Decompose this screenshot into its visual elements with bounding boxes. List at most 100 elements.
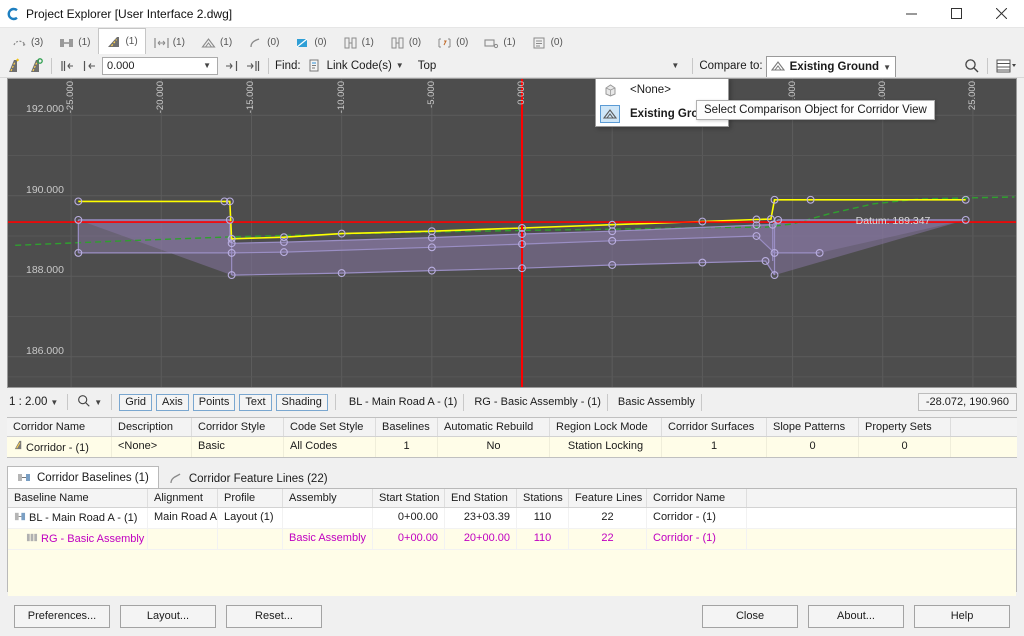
tab-alignments[interactable]: (3): [4, 30, 51, 54]
tab-point-groups[interactable]: (0): [429, 30, 476, 54]
tab-pressure-networks[interactable]: (0): [382, 30, 429, 54]
last-station-button[interactable]: [243, 56, 262, 75]
table-cell: 0+00.00: [373, 529, 445, 549]
tab-parcels[interactable]: (1): [476, 30, 523, 54]
tab-corridors[interactable]: (1): [98, 28, 146, 54]
close-button[interactable]: [979, 0, 1024, 28]
tab-profile-views[interactable]: (0): [287, 30, 334, 54]
toggle-axis[interactable]: Axis: [156, 393, 189, 411]
previous-station-button[interactable]: [80, 56, 99, 75]
corridor-grid-header-cell: Region Lock Mode: [550, 418, 662, 436]
baselines-header-cell[interactable]: Baseline Name: [8, 489, 148, 507]
table-row[interactable]: RG - Basic Assembly - (1) Basic Assembly0…: [8, 529, 1016, 550]
baseline-icon: [14, 511, 29, 525]
assemblies-icon: [154, 36, 169, 50]
corridor-grid-cell: Basic: [192, 437, 284, 457]
search-icon[interactable]: [962, 56, 981, 75]
chevron-down-icon[interactable]: ▼: [883, 63, 891, 72]
corridor-grid-cell: All Codes: [284, 437, 376, 457]
close-dialog-button[interactable]: Close: [702, 604, 798, 628]
view-options-icon[interactable]: [994, 56, 1020, 75]
datum-annotation: Datum: 189.347: [855, 214, 931, 227]
minimize-button[interactable]: [889, 0, 934, 28]
maximize-button[interactable]: [934, 0, 979, 28]
separator: [67, 394, 69, 410]
zoom-combo[interactable]: ▼: [75, 393, 104, 412]
layout-button[interactable]: Layout...: [120, 604, 216, 628]
title-bar: Project Explorer [User Interface 2.dwg]: [0, 0, 1024, 28]
status-region[interactable]: RG - Basic Assembly - (1): [468, 393, 608, 411]
baselines-header-cell[interactable]: Profile: [218, 489, 283, 507]
x-axis-tick-label: -5.000: [425, 81, 437, 108]
y-axis-tick-label: 192.000: [26, 103, 64, 116]
link-code-icon: [308, 59, 323, 73]
toggle-text[interactable]: Text: [239, 393, 272, 411]
baselines-header-cell[interactable]: Alignment: [148, 489, 218, 507]
separator: [51, 57, 52, 74]
reset-button[interactable]: Reset...: [226, 604, 322, 628]
tab-count: (0): [550, 37, 563, 48]
table-cell: Layout (1): [218, 508, 283, 528]
toggle-label: Text: [245, 396, 266, 408]
status-baseline[interactable]: BL - Main Road A - (1): [343, 393, 465, 411]
table-cell: [218, 529, 283, 549]
corridor-grid-row[interactable]: Corridor - (1) <None> Basic All Codes 1 No Sta…: [7, 437, 1017, 457]
corridor-grid-cell: 0: [859, 437, 951, 457]
status-assembly[interactable]: Basic Assembly: [612, 393, 702, 411]
station-combo[interactable]: 0.000 ▼: [102, 56, 218, 75]
tab-count: (0): [314, 37, 327, 48]
separator: [268, 57, 269, 74]
scale-combo[interactable]: 1 : 2.00 ▼: [7, 393, 60, 412]
toggle-label: Axis: [162, 396, 183, 408]
baselines-table: Baseline Name Alignment Profile Assembly Sta…: [7, 488, 1017, 622]
tab-pipe-networks[interactable]: (1): [335, 30, 382, 54]
toggle-shading[interactable]: Shading: [275, 393, 328, 411]
tab-corridor-baselines[interactable]: Corridor Baselines (1): [7, 466, 159, 488]
baselines-header-cell[interactable]: Assembly: [283, 489, 373, 507]
chevron-down-icon[interactable]: ▼: [199, 61, 215, 70]
corridor-grid-cell: No: [438, 437, 550, 457]
preferences-button[interactable]: Preferences...: [14, 604, 110, 628]
add-station-button[interactable]: [4, 56, 23, 75]
table-cell: 110: [517, 508, 569, 528]
x-axis-tick-label: 0.000: [516, 81, 528, 105]
first-station-button[interactable]: [58, 56, 77, 75]
toggle-grid[interactable]: Grid: [119, 393, 152, 411]
table-row[interactable]: BL - Main Road A - (1) Main Road A Layout …: [8, 508, 1016, 529]
toggle-points[interactable]: Points: [192, 393, 236, 411]
baselines-header-cell[interactable]: Corridor Name: [647, 489, 747, 507]
chevron-down-icon[interactable]: ▼: [396, 61, 404, 70]
about-button[interactable]: About...: [808, 604, 904, 628]
tab-reports[interactable]: (0): [524, 30, 571, 54]
chevron-down-icon[interactable]: ▼: [671, 61, 679, 70]
x-axis-tick-label: -25.000: [65, 81, 77, 114]
compare-to-label: Compare to:: [699, 59, 763, 72]
x-axis-tick-label: 25.000: [966, 81, 978, 111]
chevron-down-icon[interactable]: ▼: [94, 398, 102, 407]
tab-corridor-feature-lines[interactable]: Corridor Feature Lines (22): [159, 468, 338, 488]
dropdown-item-none[interactable]: <None>: [596, 79, 728, 102]
compare-to-combo[interactable]: Existing Ground ▼: [765, 56, 896, 77]
tab-surfaces[interactable]: (1): [193, 30, 240, 54]
tab-count: (1): [172, 37, 185, 48]
window-title: Project Explorer [User Interface 2.dwg]: [26, 6, 233, 21]
baselines-header-cell[interactable]: Feature Lines: [569, 489, 647, 507]
corridor-grid-cell: 1: [662, 437, 767, 457]
baselines-header-cell[interactable]: End Station: [445, 489, 517, 507]
baselines-header-cell[interactable]: Start Station: [373, 489, 445, 507]
corridor-section-view[interactable]: -25.000-20.000-15.000-10.000-5.0000.0005…: [7, 78, 1017, 388]
zoom-icon: [77, 394, 91, 411]
table-cell: [283, 508, 373, 528]
corridor-grid-header-cell: Automatic Rebuild: [438, 418, 550, 436]
tab-assemblies[interactable]: (1): [146, 30, 193, 54]
link-codes-combo[interactable]: Link Code(s) ▼: [304, 56, 408, 75]
chevron-down-icon[interactable]: ▼: [50, 398, 58, 407]
corridor-grid-header-cell: Slope Patterns: [767, 418, 859, 436]
tab-sites[interactable]: (1): [51, 30, 98, 54]
add-station-alt-button[interactable]: [26, 56, 45, 75]
baselines-header-cell[interactable]: Stations: [517, 489, 569, 507]
next-station-button[interactable]: [221, 56, 240, 75]
help-button[interactable]: Help: [914, 604, 1010, 628]
tab-feature-lines[interactable]: (0): [240, 30, 287, 54]
pressure-network-icon: [390, 36, 405, 50]
